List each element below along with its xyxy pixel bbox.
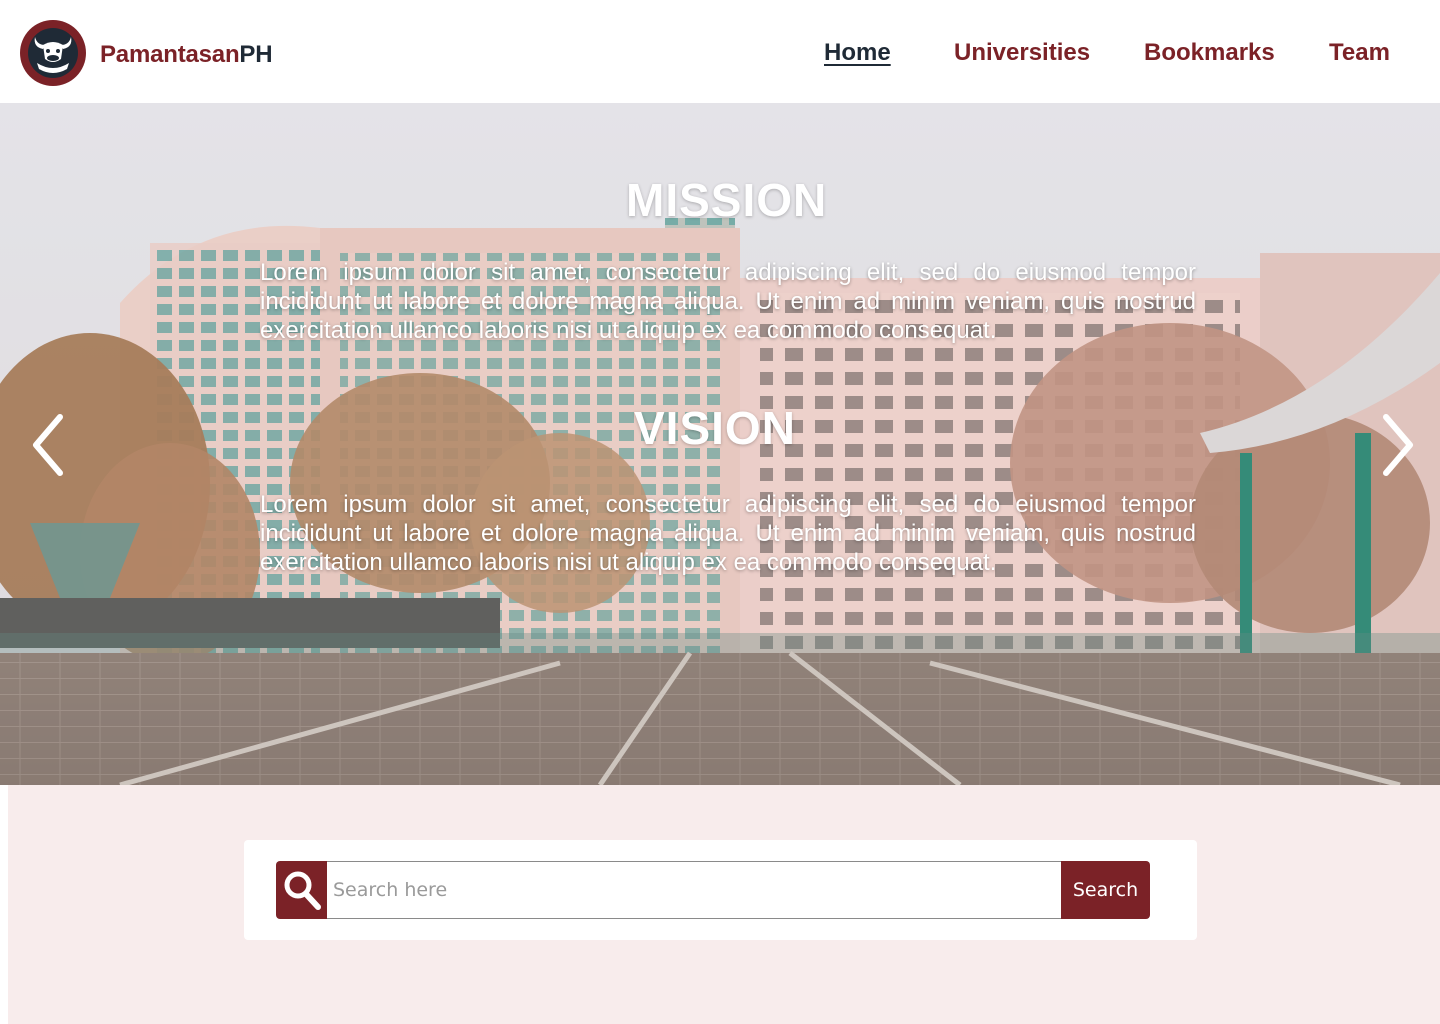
chevron-left-icon bbox=[33, 414, 63, 476]
brand-name-part2: PH bbox=[239, 41, 273, 68]
vision-text: Lorem ipsum dolor sit amet, consectetur … bbox=[260, 491, 1196, 576]
vision-title: VISION bbox=[634, 402, 796, 454]
nav-bookmarks[interactable]: Bookmarks bbox=[1144, 39, 1275, 67]
search-button[interactable]: Search bbox=[1061, 861, 1150, 919]
logo[interactable] bbox=[20, 20, 86, 86]
mission-title: MISSION bbox=[626, 174, 828, 226]
carousel-next-button[interactable] bbox=[1378, 413, 1418, 477]
hero-carousel: MISSION Lorem ipsum dolor sit amet, cons… bbox=[0, 103, 1440, 785]
brand-name-part1: Pamantasan bbox=[100, 41, 240, 68]
navbar: PamantasanPH Home Universities Bookmarks… bbox=[0, 3, 1436, 103]
search-icon-button[interactable] bbox=[276, 861, 327, 919]
nav-universities[interactable]: Universities bbox=[954, 39, 1090, 67]
page: PamantasanPH Home Universities Bookmarks… bbox=[0, 0, 1440, 1024]
chevron-right-icon bbox=[1383, 414, 1413, 476]
search-icon bbox=[284, 871, 321, 910]
search-input[interactable] bbox=[327, 861, 1062, 919]
mission-text: Lorem ipsum dolor sit amet, consectetur … bbox=[260, 259, 1196, 344]
carousel-prev-button[interactable] bbox=[28, 413, 68, 477]
tamaraw-logo-icon bbox=[24, 24, 82, 82]
nav-team[interactable]: Team bbox=[1329, 39, 1390, 67]
brand-name[interactable]: PamantasanPH bbox=[100, 41, 273, 69]
nav-home[interactable]: Home bbox=[824, 39, 891, 67]
